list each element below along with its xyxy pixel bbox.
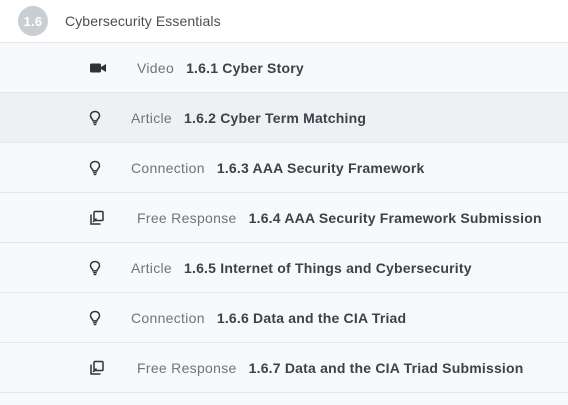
section-title: Cybersecurity Essentials bbox=[65, 13, 221, 29]
lesson-row-1-6-5[interactable]: Article 1.6.5 Internet of Things and Cyb… bbox=[0, 243, 568, 293]
section-number-badge: 1.6 bbox=[18, 6, 48, 36]
lesson-list: Video 1.6.1 Cyber Story Article 1.6.2 Cy… bbox=[0, 43, 568, 405]
lightbulb-icon bbox=[89, 159, 111, 177]
lesson-row-partial[interactable] bbox=[0, 393, 568, 405]
lightbulb-icon bbox=[89, 259, 111, 277]
lesson-row-1-6-4[interactable]: Free Response 1.6.4 AAA Security Framewo… bbox=[0, 193, 568, 243]
lesson-title: 1.6.5 Internet of Things and Cybersecuri… bbox=[184, 259, 472, 276]
lesson-row-1-6-3[interactable]: Connection 1.6.3 AAA Security Framework bbox=[0, 143, 568, 193]
course-outline-panel: 1.6 Cybersecurity Essentials Video 1.6.1… bbox=[0, 0, 568, 405]
free-response-icon bbox=[89, 209, 111, 227]
lesson-title: 1.6.7 Data and the CIA Triad Submission bbox=[248, 359, 524, 376]
lesson-type-label: Article bbox=[131, 259, 172, 276]
free-response-icon bbox=[89, 359, 111, 377]
lesson-title: 1.6.6 Data and the CIA Triad bbox=[216, 309, 407, 326]
lesson-row-1-6-2[interactable]: Article 1.6.2 Cyber Term Matching bbox=[0, 93, 568, 143]
lesson-type-label: Free Response bbox=[137, 359, 237, 376]
lightbulb-icon bbox=[89, 309, 111, 327]
lesson-title: 1.6.4 AAA Security Framework Submission bbox=[248, 209, 542, 226]
lesson-type-label: Video bbox=[137, 59, 175, 76]
lesson-row-1-6-7[interactable]: Free Response 1.6.7 Data and the CIA Tri… bbox=[0, 343, 568, 393]
lesson-type-label: Free Response bbox=[137, 209, 237, 226]
lightbulb-icon bbox=[89, 109, 111, 127]
lesson-title: 1.6.3 AAA Security Framework bbox=[216, 159, 425, 176]
lesson-row-1-6-1[interactable]: Video 1.6.1 Cyber Story bbox=[0, 43, 568, 93]
lesson-type-label: Connection bbox=[131, 159, 205, 176]
video-camera-icon bbox=[89, 59, 111, 77]
lesson-title: 1.6.1 Cyber Story bbox=[186, 59, 304, 76]
section-header[interactable]: 1.6 Cybersecurity Essentials bbox=[0, 0, 568, 43]
lesson-type-label: Article bbox=[131, 109, 172, 126]
lesson-type-label: Connection bbox=[131, 309, 205, 326]
lesson-row-1-6-6[interactable]: Connection 1.6.6 Data and the CIA Triad bbox=[0, 293, 568, 343]
lesson-title: 1.6.2 Cyber Term Matching bbox=[184, 109, 367, 126]
